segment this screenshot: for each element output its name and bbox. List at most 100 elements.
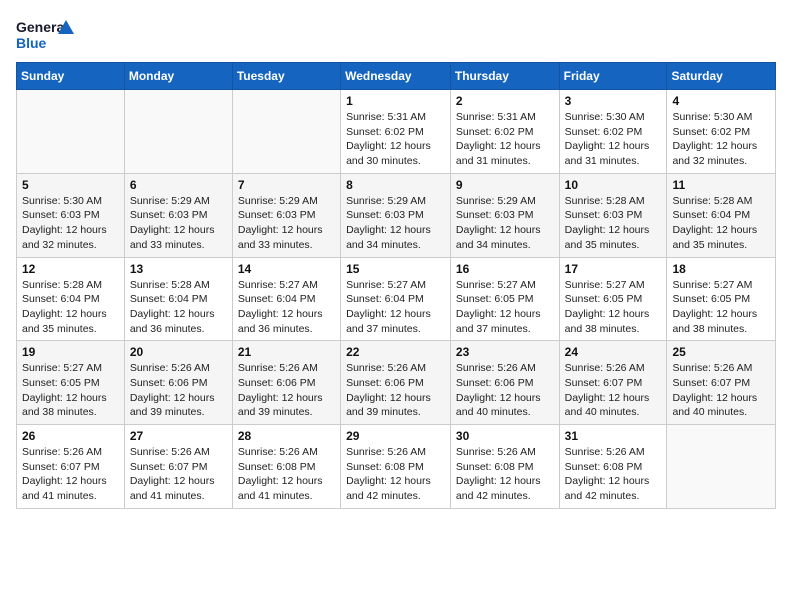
day-number: 16 bbox=[456, 262, 554, 276]
day-info: Sunrise: 5:28 AM Sunset: 6:04 PM Dayligh… bbox=[22, 278, 119, 337]
calendar-cell: 3Sunrise: 5:30 AM Sunset: 6:02 PM Daylig… bbox=[559, 90, 667, 174]
day-info: Sunrise: 5:26 AM Sunset: 6:07 PM Dayligh… bbox=[130, 445, 227, 504]
day-number: 7 bbox=[238, 178, 335, 192]
calendar-cell: 13 Sunrise: 5:28 AM Sunset: 6:04 PM Dayli… bbox=[124, 257, 232, 341]
calendar-table: SundayMondayTuesdayWednesdayThursdayFrid… bbox=[16, 62, 776, 509]
day-info: Sunrise: 5:26 AM Sunset: 6:06 PM Dayligh… bbox=[238, 361, 335, 420]
day-number: 10 bbox=[565, 178, 662, 192]
day-number: 9 bbox=[456, 178, 554, 192]
day-info: Sunrise: 5:26 AM Sunset: 6:07 PM Dayligh… bbox=[22, 445, 119, 504]
day-number: 1 bbox=[346, 94, 445, 108]
calendar-cell: 11 Sunrise: 5:28 AM Sunset: 6:04 PM Dayli… bbox=[667, 173, 776, 257]
day-info: Sunrise: 5:30 AM Sunset: 6:03 PM Dayligh… bbox=[22, 194, 119, 253]
day-number: 13 bbox=[130, 262, 227, 276]
day-info: Sunrise: 5:28 AM Sunset: 6:04 PM Dayligh… bbox=[672, 194, 770, 253]
calendar-cell: 8Sunrise: 5:29 AM Sunset: 6:03 PM Daylig… bbox=[341, 173, 451, 257]
calendar-cell: 28 Sunrise: 5:26 AM Sunset: 6:08 PM Dayli… bbox=[232, 425, 340, 509]
day-info: Sunrise: 5:30 AM Sunset: 6:02 PM Dayligh… bbox=[672, 110, 770, 169]
week-row-0: 1 Sunrise: 5:31 AM Sunset: 6:02 PM Daylig… bbox=[17, 90, 776, 174]
day-number: 17 bbox=[565, 262, 662, 276]
day-number: 27 bbox=[130, 429, 227, 443]
day-info: Sunrise: 5:27 AM Sunset: 6:04 PM Dayligh… bbox=[238, 278, 335, 337]
calendar-cell: 9 Sunrise: 5:29 AM Sunset: 6:03 PM Daylig… bbox=[450, 173, 559, 257]
day-number: 23 bbox=[456, 345, 554, 359]
header-tuesday: Tuesday bbox=[232, 63, 340, 90]
calendar-cell: 26 Sunrise: 5:26 AM Sunset: 6:07 PM Dayli… bbox=[17, 425, 125, 509]
day-number: 26 bbox=[22, 429, 119, 443]
calendar-cell: 2 Sunrise: 5:31 AM Sunset: 6:02 PM Daylig… bbox=[450, 90, 559, 174]
header-wednesday: Wednesday bbox=[341, 63, 451, 90]
day-number: 18 bbox=[672, 262, 770, 276]
day-number: 29 bbox=[346, 429, 445, 443]
day-info: Sunrise: 5:27 AM Sunset: 6:05 PM Dayligh… bbox=[456, 278, 554, 337]
day-number: 15 bbox=[346, 262, 445, 276]
day-info: Sunrise: 5:26 AM Sunset: 6:08 PM Dayligh… bbox=[346, 445, 445, 504]
calendar-cell: 5 Sunrise: 5:30 AM Sunset: 6:03 PM Daylig… bbox=[17, 173, 125, 257]
day-number: 25 bbox=[672, 345, 770, 359]
day-number: 6 bbox=[130, 178, 227, 192]
calendar-cell: 20 Sunrise: 5:26 AM Sunset: 6:06 PM Dayli… bbox=[124, 341, 232, 425]
svg-text:Blue: Blue bbox=[16, 35, 47, 51]
day-number: 5 bbox=[22, 178, 119, 192]
calendar-cell: 14Sunrise: 5:27 AM Sunset: 6:04 PM Dayli… bbox=[232, 257, 340, 341]
day-number: 12 bbox=[22, 262, 119, 276]
calendar-cell: 22 Sunrise: 5:26 AM Sunset: 6:06 PM Dayli… bbox=[341, 341, 451, 425]
week-row-1: 5 Sunrise: 5:30 AM Sunset: 6:03 PM Daylig… bbox=[17, 173, 776, 257]
day-info: Sunrise: 5:28 AM Sunset: 6:03 PM Dayligh… bbox=[565, 194, 662, 253]
day-number: 11 bbox=[672, 178, 770, 192]
header-sunday: Sunday bbox=[17, 63, 125, 90]
day-number: 24 bbox=[565, 345, 662, 359]
calendar-cell: 6Sunrise: 5:29 AM Sunset: 6:03 PM Daylig… bbox=[124, 173, 232, 257]
day-info: Sunrise: 5:26 AM Sunset: 6:06 PM Dayligh… bbox=[456, 361, 554, 420]
calendar-cell: 31 Sunrise: 5:26 AM Sunset: 6:08 PM Dayli… bbox=[559, 425, 667, 509]
day-info: Sunrise: 5:27 AM Sunset: 6:05 PM Dayligh… bbox=[22, 361, 119, 420]
day-number: 31 bbox=[565, 429, 662, 443]
day-number: 22 bbox=[346, 345, 445, 359]
calendar-cell: 24 Sunrise: 5:26 AM Sunset: 6:07 PM Dayli… bbox=[559, 341, 667, 425]
calendar-cell: 25 Sunrise: 5:26 AM Sunset: 6:07 PM Dayli… bbox=[667, 341, 776, 425]
logo-svg: GeneralBlue bbox=[16, 16, 76, 54]
day-number: 21 bbox=[238, 345, 335, 359]
calendar-header-row: SundayMondayTuesdayWednesdayThursdayFrid… bbox=[17, 63, 776, 90]
calendar-cell: 19 Sunrise: 5:27 AM Sunset: 6:05 PM Dayli… bbox=[17, 341, 125, 425]
calendar-cell: 4 Sunrise: 5:30 AM Sunset: 6:02 PM Daylig… bbox=[667, 90, 776, 174]
calendar-cell bbox=[17, 90, 125, 174]
logo: GeneralBlue bbox=[16, 16, 76, 54]
page-header: GeneralBlue bbox=[16, 16, 776, 54]
day-info: Sunrise: 5:26 AM Sunset: 6:07 PM Dayligh… bbox=[672, 361, 770, 420]
day-number: 3 bbox=[565, 94, 662, 108]
day-info: Sunrise: 5:26 AM Sunset: 6:06 PM Dayligh… bbox=[130, 361, 227, 420]
day-info: Sunrise: 5:26 AM Sunset: 6:06 PM Dayligh… bbox=[346, 361, 445, 420]
day-info: Sunrise: 5:29 AM Sunset: 6:03 PM Dayligh… bbox=[238, 194, 335, 253]
calendar-cell: 18 Sunrise: 5:27 AM Sunset: 6:05 PM Dayli… bbox=[667, 257, 776, 341]
calendar-cell: 27 Sunrise: 5:26 AM Sunset: 6:07 PM Dayli… bbox=[124, 425, 232, 509]
day-info: Sunrise: 5:27 AM Sunset: 6:04 PM Dayligh… bbox=[346, 278, 445, 337]
day-number: 20 bbox=[130, 345, 227, 359]
day-number: 30 bbox=[456, 429, 554, 443]
header-friday: Friday bbox=[559, 63, 667, 90]
calendar-cell: 7 Sunrise: 5:29 AM Sunset: 6:03 PM Daylig… bbox=[232, 173, 340, 257]
day-number: 19 bbox=[22, 345, 119, 359]
calendar-cell bbox=[667, 425, 776, 509]
day-info: Sunrise: 5:26 AM Sunset: 6:07 PM Dayligh… bbox=[565, 361, 662, 420]
day-info: Sunrise: 5:26 AM Sunset: 6:08 PM Dayligh… bbox=[238, 445, 335, 504]
day-info: Sunrise: 5:27 AM Sunset: 6:05 PM Dayligh… bbox=[672, 278, 770, 337]
day-number: 28 bbox=[238, 429, 335, 443]
day-info: Sunrise: 5:31 AM Sunset: 6:02 PM Dayligh… bbox=[456, 110, 554, 169]
day-info: Sunrise: 5:31 AM Sunset: 6:02 PM Dayligh… bbox=[346, 110, 445, 169]
calendar-cell: 17Sunrise: 5:27 AM Sunset: 6:05 PM Dayli… bbox=[559, 257, 667, 341]
week-row-3: 19 Sunrise: 5:27 AM Sunset: 6:05 PM Dayli… bbox=[17, 341, 776, 425]
day-number: 2 bbox=[456, 94, 554, 108]
day-number: 4 bbox=[672, 94, 770, 108]
day-info: Sunrise: 5:26 AM Sunset: 6:08 PM Dayligh… bbox=[565, 445, 662, 504]
calendar-cell: 15 Sunrise: 5:27 AM Sunset: 6:04 PM Dayli… bbox=[341, 257, 451, 341]
calendar-cell: 30Sunrise: 5:26 AM Sunset: 6:08 PM Dayli… bbox=[450, 425, 559, 509]
week-row-4: 26 Sunrise: 5:26 AM Sunset: 6:07 PM Dayli… bbox=[17, 425, 776, 509]
day-info: Sunrise: 5:28 AM Sunset: 6:04 PM Dayligh… bbox=[130, 278, 227, 337]
header-monday: Monday bbox=[124, 63, 232, 90]
calendar-cell: 1 Sunrise: 5:31 AM Sunset: 6:02 PM Daylig… bbox=[341, 90, 451, 174]
calendar-cell bbox=[232, 90, 340, 174]
week-row-2: 12 Sunrise: 5:28 AM Sunset: 6:04 PM Dayli… bbox=[17, 257, 776, 341]
day-info: Sunrise: 5:29 AM Sunset: 6:03 PM Dayligh… bbox=[456, 194, 554, 253]
header-thursday: Thursday bbox=[450, 63, 559, 90]
